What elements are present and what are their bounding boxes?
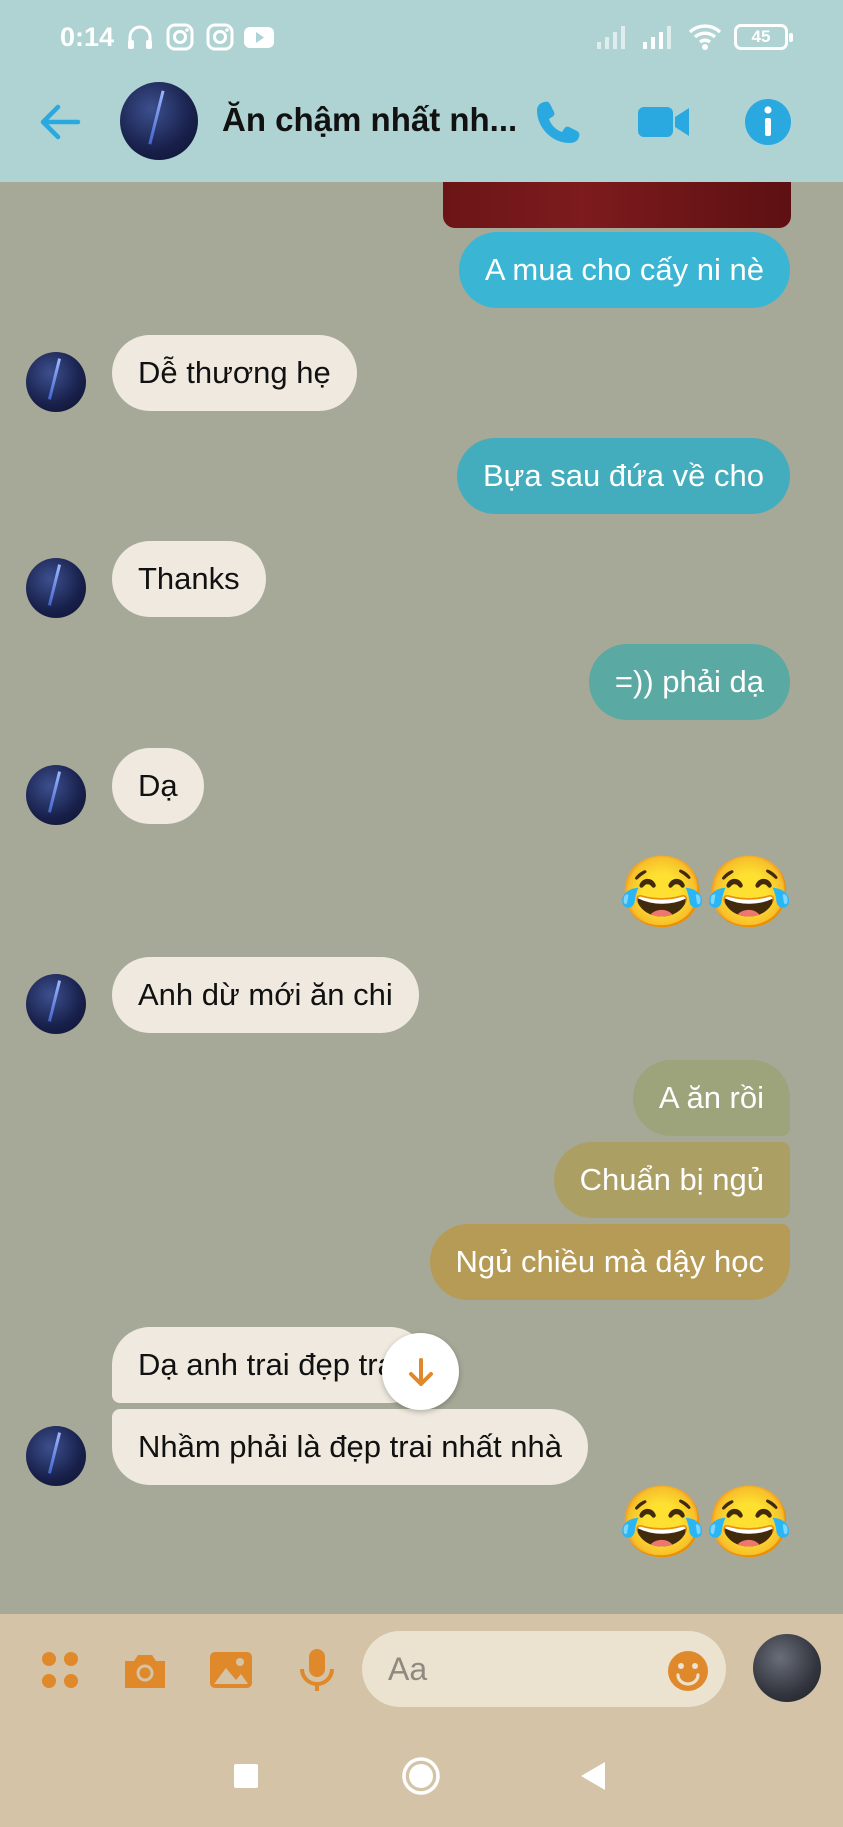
back-icon[interactable] [568, 1751, 618, 1801]
chat-header: Ăn chậm nhất nh... [0, 76, 843, 182]
scroll-to-bottom-button[interactable] [382, 1333, 459, 1410]
message-outgoing[interactable]: A ăn rồi [632, 1060, 790, 1136]
wifi-icon [688, 24, 722, 50]
emoji-message[interactable]: 😂😂 [619, 852, 793, 932]
message-incoming[interactable]: Dạ anh trai đẹp trai [112, 1327, 428, 1403]
sender-avatar[interactable] [26, 1426, 86, 1486]
message-incoming[interactable]: Dễ thương hẹ [112, 335, 357, 411]
arrow-down-icon [408, 1357, 433, 1386]
composer-bar [0, 1614, 843, 1726]
message-outgoing[interactable]: Chuẩn bị ngủ [553, 1142, 790, 1218]
microphone-icon[interactable] [293, 1646, 341, 1694]
sender-avatar[interactable] [26, 352, 86, 412]
home-icon[interactable] [396, 1751, 446, 1801]
message-incoming[interactable]: Anh dừ mới ăn chi [112, 957, 419, 1033]
signal-icon [643, 26, 671, 49]
shared-photo[interactable] [443, 182, 791, 228]
status-time: 0:14 [60, 22, 115, 52]
emoji-message[interactable]: 😂😂 [619, 1482, 793, 1562]
contact-avatar[interactable] [120, 82, 198, 160]
sender-avatar[interactable] [26, 765, 86, 825]
youtube-icon [244, 27, 274, 48]
back-arrow-icon[interactable] [36, 98, 84, 146]
video-call-icon[interactable] [636, 94, 692, 150]
instagram-icon [166, 23, 194, 51]
message-incoming[interactable]: Nhầm phải là đẹp trai nhất nhà [112, 1409, 588, 1485]
camera-icon[interactable] [121, 1646, 169, 1694]
message-incoming[interactable]: Dạ [112, 748, 204, 824]
user-avatar[interactable] [753, 1634, 821, 1702]
gallery-icon[interactable] [207, 1646, 255, 1694]
message-outgoing[interactable]: Ngủ chiều mà dậy học [429, 1224, 790, 1300]
info-icon[interactable] [740, 94, 796, 150]
contact-name[interactable]: Ăn chậm nhất nh... [222, 101, 517, 139]
phone-icon[interactable] [530, 94, 586, 150]
recent-apps-icon[interactable] [221, 1751, 271, 1801]
apps-grid-icon[interactable] [36, 1646, 84, 1694]
message-outgoing[interactable]: Bựa sau đứa về cho [456, 438, 790, 514]
battery-icon: 45 [734, 24, 793, 50]
sender-avatar[interactable] [26, 558, 86, 618]
status-right: 45 [596, 22, 793, 52]
message-outgoing[interactable]: A mua cho cấy ni nè [458, 232, 790, 308]
emoji-icon[interactable] [667, 1650, 709, 1692]
message-outgoing[interactable]: =)) phải dạ [588, 644, 790, 720]
headphones-icon [128, 25, 152, 49]
instagram-icon [206, 23, 234, 51]
system-nav-bar [0, 1726, 843, 1827]
sender-avatar[interactable] [26, 974, 86, 1034]
message-incoming[interactable]: Thanks [112, 541, 266, 617]
signal-icon [597, 26, 625, 49]
status-bar: 0:14 45 [0, 0, 843, 76]
top-bar: 0:14 45 Ăn chậm nhất nh... [0, 0, 843, 182]
